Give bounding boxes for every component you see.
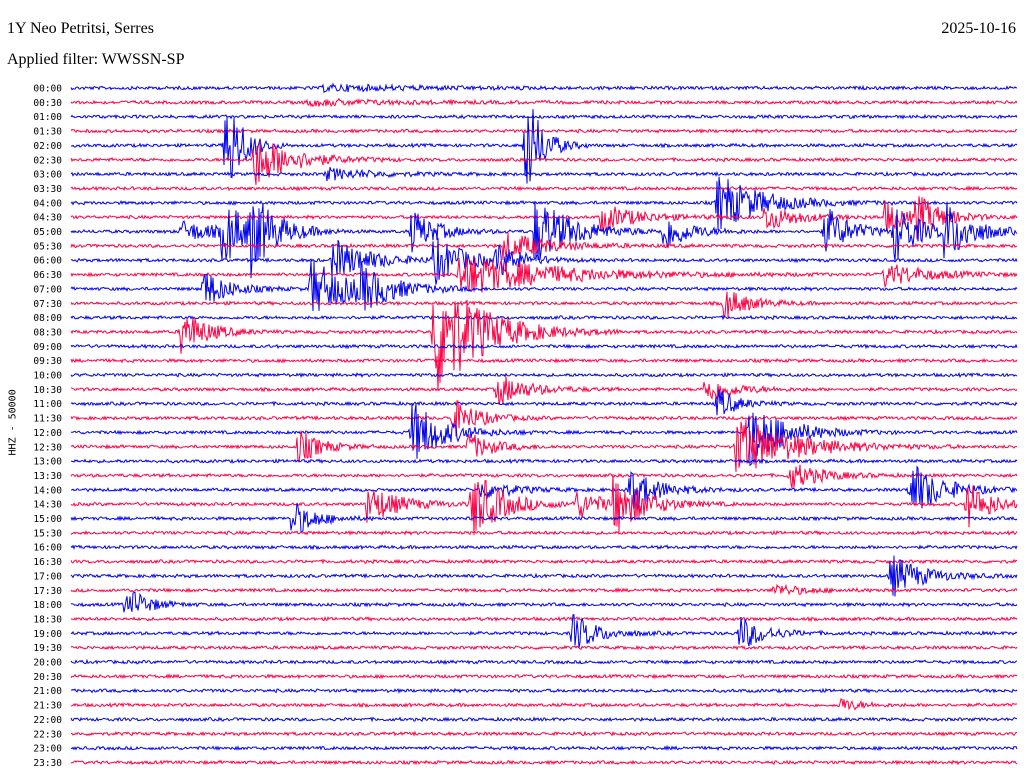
trace-row [70, 127, 1018, 135]
row-time-label: 06:30 [33, 270, 62, 281]
row-time-label: 16:30 [33, 557, 62, 568]
row-time-label: 23:00 [33, 744, 62, 755]
trace-row [70, 389, 1018, 416]
row-time-label: 07:00 [33, 284, 62, 295]
row-time-label: 01:30 [33, 127, 62, 138]
trace-row [70, 502, 1018, 533]
row-time-label: 04:00 [33, 198, 62, 209]
row-time-label: 19:30 [33, 643, 62, 654]
trace-row [70, 357, 1018, 364]
trace-row [70, 591, 1018, 613]
row-time-label: 11:30 [33, 414, 62, 425]
trace-row [70, 464, 1018, 489]
trace-row [71, 730, 1018, 737]
trace-row [70, 687, 1018, 694]
row-time-label: 12:30 [33, 442, 62, 453]
row-time-label: 06:00 [33, 256, 62, 267]
row-time-label: 10:00 [33, 371, 62, 382]
row-time-label: 17:30 [33, 586, 62, 597]
row-time-label: 01:00 [33, 112, 62, 123]
row-time-label: 00:00 [33, 84, 62, 95]
trace-row [70, 529, 1018, 536]
trace-row [70, 473, 1018, 536]
row-time-label: 12:00 [33, 428, 62, 439]
helicorder-plot: 00:00 00:30 01:00 01:30 02:00 02:30 03:00 03:30… [33, 82, 1018, 769]
trace-row [70, 673, 1018, 680]
row-time-label: 10:30 [33, 385, 62, 396]
row-time-label: 03:30 [33, 184, 62, 195]
row-time-label: 07:30 [33, 299, 62, 310]
trace-row [70, 716, 1018, 723]
row-time-label: 04:30 [33, 213, 62, 224]
row-time-label: 22:00 [33, 715, 62, 726]
trace-row [70, 82, 1018, 94]
row-time-label: 14:30 [33, 500, 62, 511]
row-time-label: 13:30 [33, 471, 62, 482]
trace-row [70, 759, 1018, 766]
row-time-label: 16:00 [33, 543, 62, 554]
row-time-label: 02:00 [33, 141, 62, 152]
row-time-label: 14:00 [33, 485, 62, 496]
trace-row [70, 558, 1018, 565]
row-time-label: 09:00 [33, 342, 62, 353]
row-time-label: 08:30 [33, 327, 62, 338]
row-time-label: 09:30 [33, 356, 62, 367]
trace-row [70, 403, 1018, 467]
row-time-label: 21:30 [33, 701, 62, 712]
trace-row [70, 615, 1018, 623]
trace-row [70, 697, 1018, 711]
row-time-label: 19:00 [33, 629, 62, 640]
row-time-label: 20:00 [33, 658, 62, 669]
row-time-label: 00:30 [33, 98, 62, 109]
trace-row [70, 744, 1018, 752]
trace-row [70, 113, 1018, 120]
trace-row [70, 343, 1018, 350]
row-time-label: 08:00 [33, 313, 62, 324]
trace-row [70, 376, 1018, 405]
row-time-label: 02:30 [33, 155, 62, 166]
trace-row [70, 141, 1018, 185]
row-time-label: 22:30 [33, 729, 62, 740]
trace-row [70, 583, 1018, 596]
trace-row [70, 185, 1018, 192]
row-time-label: 23:30 [33, 758, 62, 769]
row-time-label: 13:00 [33, 457, 62, 468]
row-time-label: 05:30 [33, 241, 62, 252]
trace-row [70, 97, 1018, 108]
row-time-label: 21:00 [33, 686, 62, 697]
trace-row [70, 291, 1018, 318]
trace-row [70, 201, 1018, 279]
row-time-label: 03:00 [33, 170, 62, 181]
trace-row [70, 644, 1018, 651]
trace-row [70, 167, 1018, 182]
row-time-label: 05:00 [33, 227, 62, 238]
trace-row [70, 458, 1018, 465]
row-time-label: 18:30 [33, 614, 62, 625]
trace-row [70, 419, 1018, 472]
row-time-label: 20:30 [33, 672, 62, 683]
trace-row [70, 544, 1018, 551]
row-time-label: 18:00 [33, 600, 62, 611]
row-time-label: 17:00 [33, 571, 62, 582]
trace-row [70, 109, 1018, 184]
row-time-label: 15:00 [33, 514, 62, 525]
trace-row [70, 658, 1018, 665]
trace-row [70, 314, 1018, 321]
row-time-label: 15:30 [33, 528, 62, 539]
trace-row [70, 371, 1018, 379]
row-time-label: 11:00 [33, 399, 62, 410]
